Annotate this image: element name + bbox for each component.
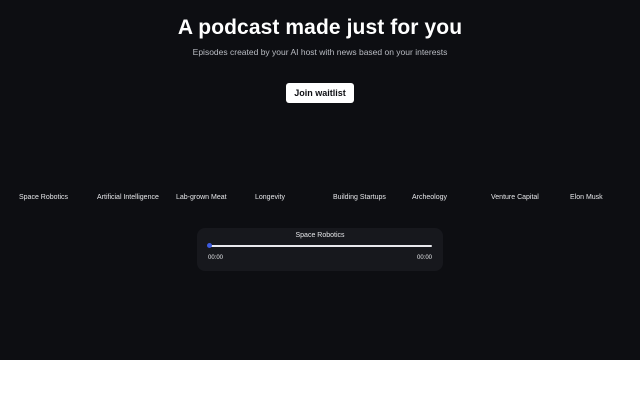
player-track-title: Space Robotics bbox=[295, 232, 345, 239]
topic-building-startups[interactable]: Building Startups bbox=[333, 194, 386, 201]
topic-lab-grown-meat[interactable]: Lab-grown Meat bbox=[176, 194, 227, 201]
page-footer-area bbox=[0, 360, 640, 400]
current-time: 00:00 bbox=[208, 255, 224, 261]
progress-handle[interactable] bbox=[207, 243, 212, 248]
hero-title: A podcast made just for you bbox=[177, 16, 463, 39]
topic-list: Space Robotics Artificial Intelligence L… bbox=[0, 194, 640, 206]
join-waitlist-button[interactable]: Join waitlist bbox=[286, 83, 354, 103]
audio-player: Space Robotics 00:00 00:00 bbox=[197, 228, 443, 271]
total-time: 00:00 bbox=[416, 255, 432, 261]
topic-archeology[interactable]: Archeology bbox=[412, 194, 447, 201]
hero-subtitle: Episodes created by your AI host with ne… bbox=[192, 47, 448, 57]
topic-elon-musk[interactable]: Elon Musk bbox=[570, 194, 603, 201]
topic-artificial-intelligence[interactable]: Artificial Intelligence bbox=[97, 194, 159, 201]
landing-page: A podcast made just for you Episodes cre… bbox=[0, 0, 640, 360]
topic-longevity[interactable]: Longevity bbox=[255, 194, 285, 201]
topic-space-robotics[interactable]: Space Robotics bbox=[19, 194, 68, 201]
topic-venture-capital[interactable]: Venture Capital bbox=[491, 194, 539, 201]
progress-bar[interactable] bbox=[207, 243, 432, 248]
